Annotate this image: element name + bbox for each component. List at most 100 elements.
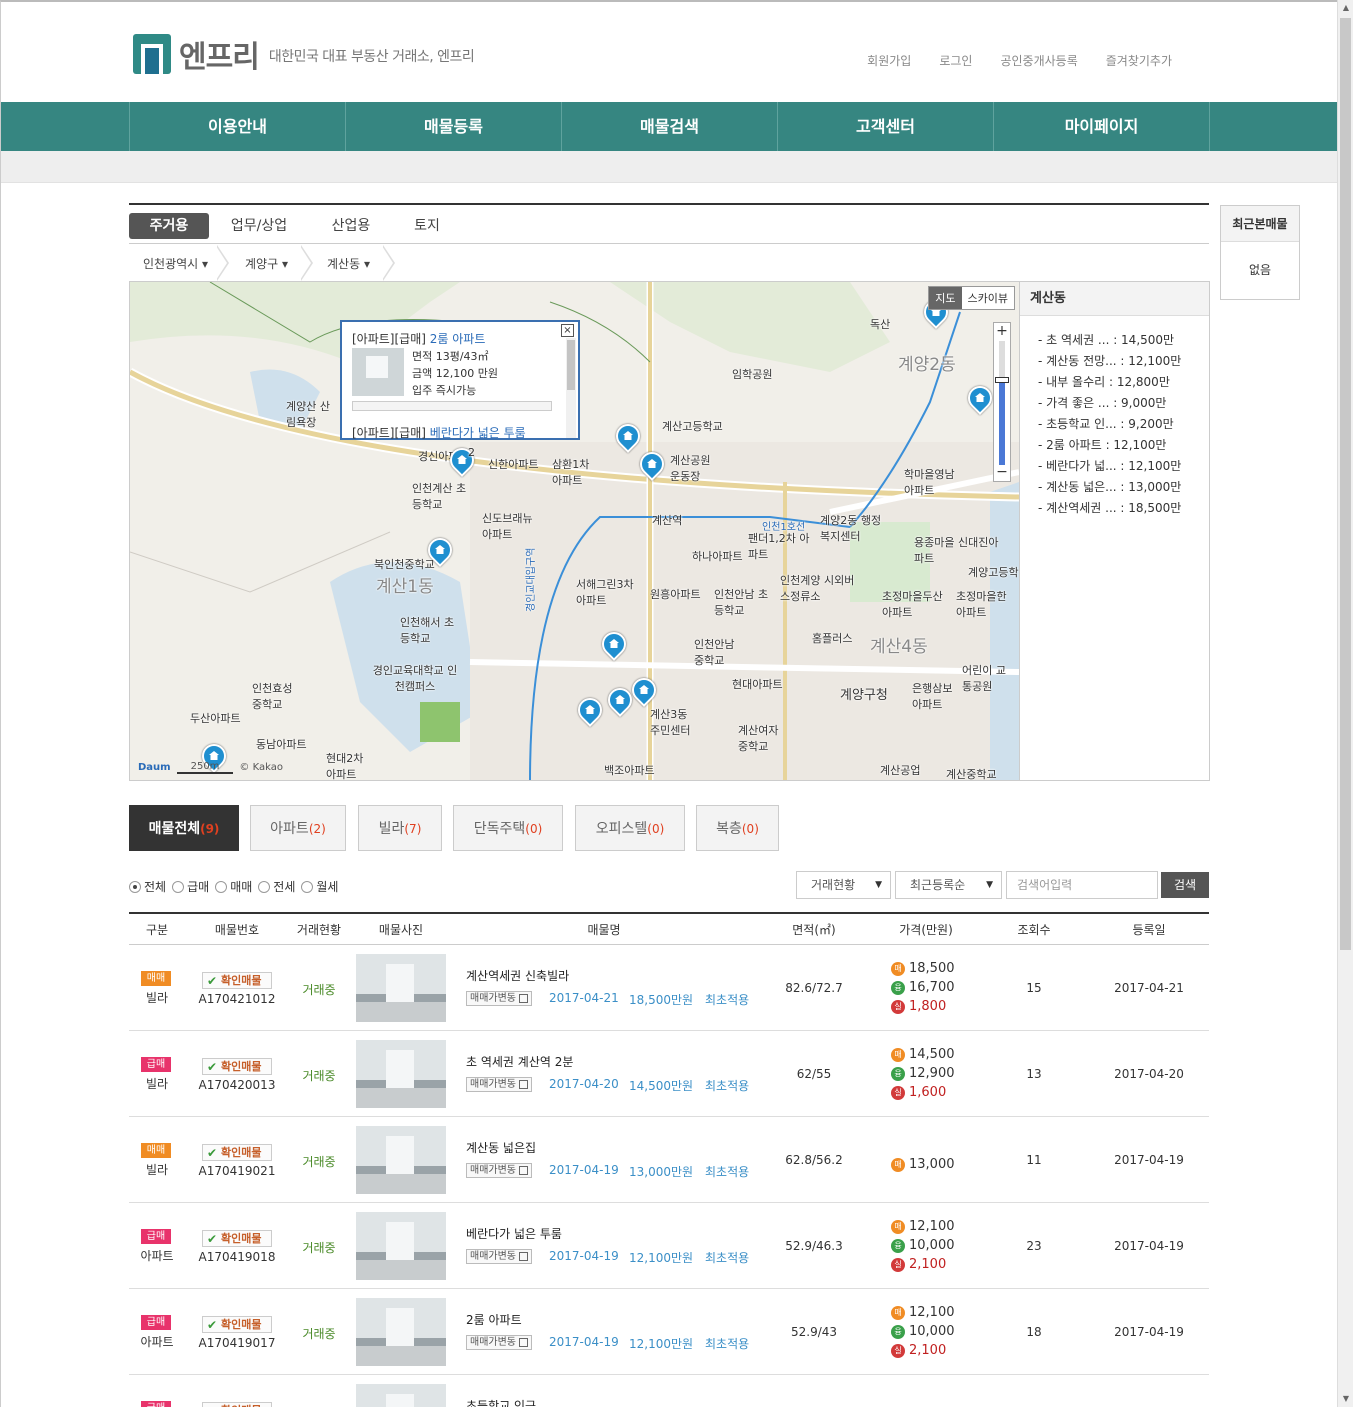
dong-listing-item[interactable]: - 계산동 전망... : 12,100만 — [1038, 351, 1209, 372]
property-name[interactable]: 초등학교 인근 — [466, 1397, 536, 1407]
nav-guide[interactable]: 이용안내 — [130, 102, 346, 151]
popup-title[interactable]: [아파트][급매] 2룸 아파트 — [352, 330, 485, 347]
nav-mypage[interactable]: 마이페이지 — [994, 102, 1210, 151]
scrollbar-thumb[interactable] — [1340, 18, 1351, 950]
nav-register[interactable]: 매물등록 — [346, 102, 562, 151]
login-link[interactable]: 로그인 — [939, 52, 972, 69]
property-marker[interactable] — [627, 673, 661, 708]
zoom-in-button[interactable]: + — [994, 324, 1010, 340]
map-label-sinhan: 신한아파트 — [488, 458, 539, 471]
popup-scrollbar-h[interactable] — [352, 401, 552, 411]
bookmark-link[interactable]: 즐겨찾기추가 — [1106, 52, 1172, 69]
dong-listing-item[interactable]: - 2룸 아파트 : 12,100만 — [1038, 435, 1209, 456]
radio-sale[interactable]: 매매 — [215, 878, 252, 895]
price-change-date: 2017-04-19 — [549, 1249, 619, 1263]
zoom-handle[interactable] — [995, 377, 1009, 383]
type-tab-villa[interactable]: 빌라(7) — [358, 805, 442, 851]
radio-urgent[interactable]: 급매 — [172, 878, 209, 895]
dong-listing-item[interactable]: - 초등학교 인... : 9,200만 — [1038, 414, 1209, 435]
radio-jeonse[interactable]: 전세 — [258, 878, 295, 895]
page-scrollbar[interactable]: ▲ ▼ — [1337, 0, 1353, 1407]
table-row[interactable]: 급매 아파트 ✔ 확인매물 A170419017 거래중 2룸 아파트 매매가변동 2017-0… — [129, 1289, 1209, 1375]
map-view[interactable]: 독산 계양2동 임학공원 계산고등학교 계산공원 운동장 신한아파트 삼환1차 … — [130, 282, 1019, 780]
property-photo[interactable] — [356, 1298, 446, 1366]
sort-select[interactable]: 최근등록순 ▼ — [895, 871, 1002, 899]
map-label-dongnam: 동남아파트 — [256, 738, 307, 751]
property-marker[interactable] — [611, 419, 645, 454]
logo[interactable]: 엔프리 대한민국 대표 부동산 거래소, 엔프리 — [133, 32, 475, 76]
search-input[interactable]: 검색어입력 — [1006, 871, 1158, 899]
dong-listing-item[interactable]: - 초 역세권 ... : 14,500만 — [1038, 330, 1209, 351]
price-change-button[interactable]: 매매가변동 — [466, 1163, 532, 1178]
property-photo[interactable] — [356, 1212, 446, 1280]
region-dong[interactable]: 계산동 ▾ — [327, 245, 370, 281]
verified-badge: ✔확인매물 — [202, 1144, 272, 1161]
radio-monthly[interactable]: 월세 — [301, 878, 338, 895]
type-tab-all[interactable]: 매물전체(9) — [129, 805, 239, 851]
property-marker[interactable] — [963, 381, 997, 416]
dong-listing-item[interactable]: - 계산역세권 ... : 18,500만 — [1038, 498, 1209, 519]
popup-close-button[interactable]: × — [561, 324, 574, 337]
property-name[interactable]: 베란다가 넓은 투룸 — [466, 1225, 562, 1242]
table-row[interactable]: 매매 빌라 ✔ 확인매물 A170421012 거래중 계산역세권 신축빌라 매매가변동 201… — [129, 945, 1209, 1031]
nav-search[interactable]: 매물검색 — [562, 102, 778, 151]
region-city[interactable]: 인천광역시 ▾ — [143, 245, 208, 281]
tab-land[interactable]: 토지 — [387, 213, 467, 239]
table-row[interactable]: 매매 빌라 ✔ 확인매물 A170419021 거래중 계산동 넓은집 매매가변동 2017-0… — [129, 1117, 1209, 1203]
table-row[interactable]: 급매 아파트 ✔ 확인매물 A170419018 거래중 베란다가 넓은 투룸 매매가변동 20… — [129, 1203, 1209, 1289]
map-type-skyview[interactable]: 스카이뷰 — [962, 287, 1014, 309]
property-marker[interactable] — [597, 627, 631, 662]
dong-listing-item[interactable]: - 내부 올수리 : 12,800만 — [1038, 372, 1209, 393]
price-line: 실 2,100 — [891, 1341, 971, 1360]
tab-residential[interactable]: 주거용 — [129, 213, 209, 239]
property-name[interactable]: 2룸 아파트 — [466, 1311, 522, 1328]
price-change-button[interactable]: 매매가변동 — [466, 1335, 532, 1350]
table-row[interactable]: 급매 빌라 ✔ 확인매물 A170420013 거래중 초 역세권 계산역 2분 매매가변동 2… — [129, 1031, 1209, 1117]
deal-status: 거래중 — [302, 1069, 336, 1083]
status-select[interactable]: 거래현황 ▼ — [796, 871, 891, 899]
property-marker[interactable] — [635, 447, 669, 482]
zoom-out-button[interactable]: − — [994, 465, 1010, 481]
dong-listing-item[interactable]: - 가격 좋은 ... : 9,000만 — [1038, 393, 1209, 414]
price-change-button[interactable]: 매매가변동 — [466, 1077, 532, 1092]
deal-status: 거래중 — [302, 983, 336, 997]
region-district[interactable]: 계양구 ▾ — [245, 245, 288, 281]
property-photo[interactable] — [356, 1384, 446, 1407]
tab-industrial[interactable]: 산업용 — [311, 213, 391, 239]
type-tab-officetel[interactable]: 오피스텔(0) — [575, 805, 685, 851]
property-marker[interactable] — [423, 533, 457, 568]
popup-scrollbar-v[interactable] — [566, 338, 576, 438]
property-photo[interactable] — [356, 1040, 446, 1108]
search-button[interactable]: 검색 — [1161, 872, 1209, 898]
popup-next-item[interactable]: [아파트][급매] 베란다가 넓은 투룸 — [352, 424, 526, 441]
price-change-button[interactable]: 매매가변동 — [466, 1249, 532, 1264]
map-type-map[interactable]: 지도 — [929, 287, 962, 309]
type-tab-apartment[interactable]: 아파트(2) — [250, 805, 346, 851]
dong-listing-panel: 계산동 - 초 역세권 ... : 14,500만 - 계산동 전망... : … — [1019, 282, 1209, 780]
scroll-up-icon[interactable]: ▲ — [1338, 0, 1353, 16]
dong-listing-item[interactable]: - 계산동 넓은... : 13,000만 — [1038, 477, 1209, 498]
property-photo[interactable] — [356, 954, 446, 1022]
property-name[interactable]: 계산동 넓은집 — [466, 1139, 536, 1156]
property-name[interactable]: 계산역세권 신축빌라 — [466, 967, 569, 984]
property-prices: 매 14,500 융 12,900 실 1,600 — [891, 1045, 971, 1102]
nav-support[interactable]: 고객센터 — [778, 102, 994, 151]
map-copyright: © Kakao — [239, 762, 283, 773]
map-label-dongsan: 독산 — [870, 318, 891, 331]
radio-all[interactable]: 전체 — [129, 878, 166, 895]
dong-listing-item[interactable]: - 베란다가 넓... : 12,100만 — [1038, 456, 1209, 477]
table-row[interactable]: 급매아파트✔확인매물A170419015거래중초등학교 인근매매가변동2017-… — [129, 1375, 1209, 1407]
scroll-down-icon[interactable]: ▼ — [1338, 1391, 1353, 1407]
type-tab-house[interactable]: 단독주택(0) — [453, 805, 563, 851]
price-change-button[interactable]: 매매가변동 — [466, 991, 532, 1006]
price-line: 융 16,700 — [891, 978, 971, 997]
property-marker[interactable] — [573, 693, 607, 728]
agent-register-link[interactable]: 공인중개사등록 — [1000, 52, 1077, 69]
type-tab-duplex[interactable]: 복층(0) — [696, 805, 779, 851]
property-photo[interactable] — [356, 1126, 446, 1194]
property-name[interactable]: 초 역세권 계산역 2분 — [466, 1053, 573, 1070]
signup-link[interactable]: 회원가입 — [867, 52, 911, 69]
property-marker[interactable] — [603, 683, 637, 718]
popup-thumbnail[interactable] — [352, 348, 404, 396]
tab-commercial[interactable]: 업무/상업 — [219, 213, 299, 239]
